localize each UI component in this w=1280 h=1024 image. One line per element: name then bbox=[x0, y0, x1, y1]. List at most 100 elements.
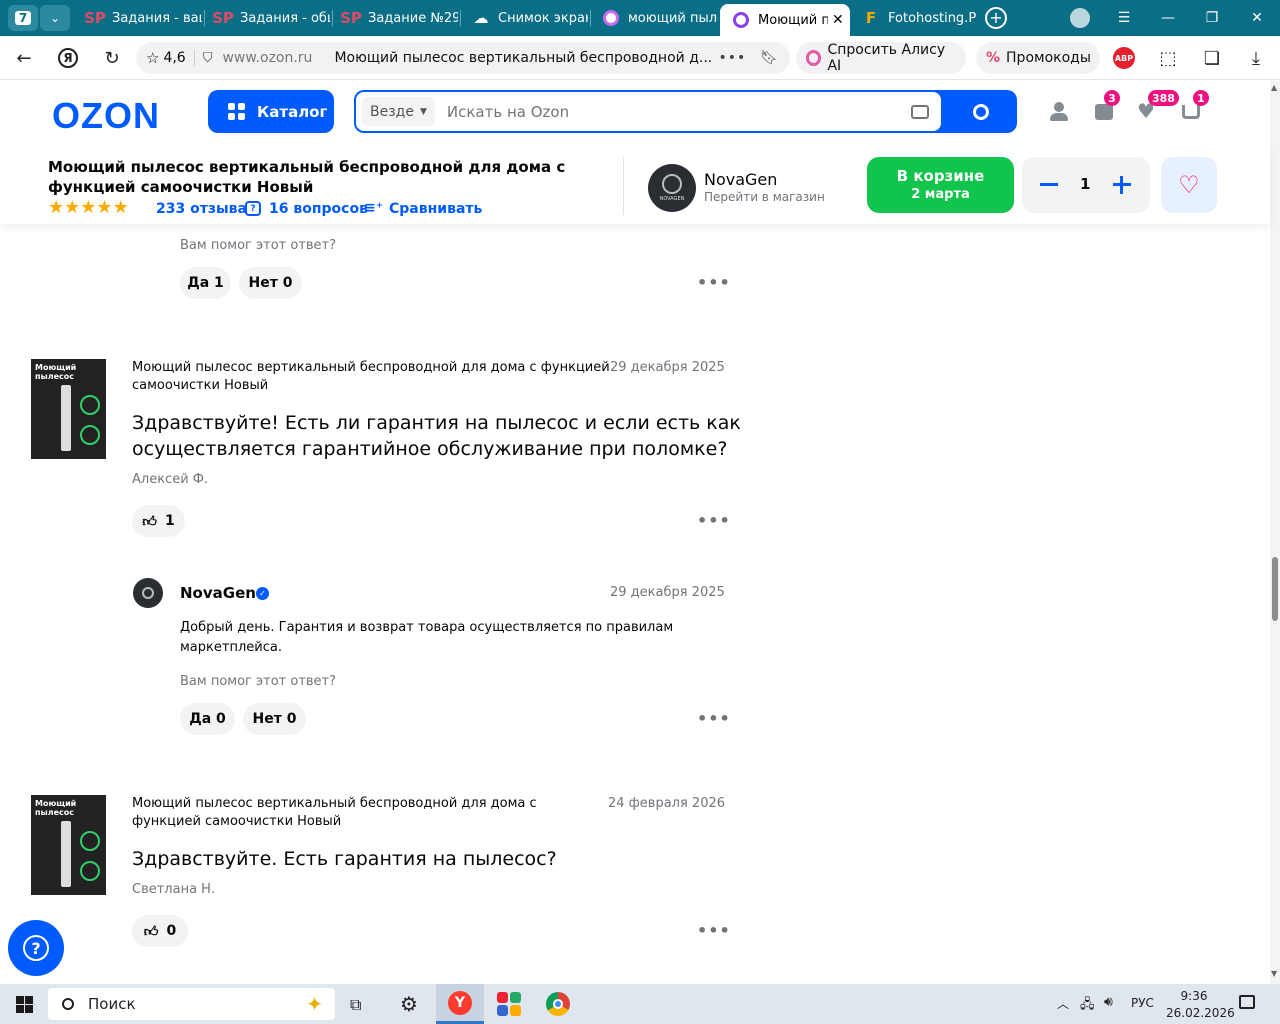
url-host: www.ozon.ru bbox=[222, 50, 313, 66]
sp-icon: SP bbox=[340, 9, 362, 27]
no-button[interactable]: Нет 0 bbox=[239, 267, 302, 299]
network-icon[interactable]: 🖧︎ bbox=[1080, 995, 1095, 1017]
more-options-icon[interactable]: ••• bbox=[697, 921, 731, 940]
close-tab-icon[interactable]: ✕ bbox=[832, 12, 844, 28]
notifications-icon[interactable] bbox=[1239, 995, 1255, 1009]
shield-icon[interactable]: ⛉ bbox=[203, 51, 213, 66]
cart-icon[interactable] bbox=[1182, 105, 1200, 119]
tab-3[interactable]: ☁Снимок экрана bbox=[460, 4, 589, 32]
download-icon[interactable]: ⤓ bbox=[1242, 44, 1270, 72]
tab-2[interactable]: SP Задание №29 bbox=[330, 4, 458, 32]
seller-store-link[interactable]: Перейти в магазин bbox=[704, 190, 825, 204]
tab-6[interactable]: F Fotohosting.P bbox=[850, 4, 978, 32]
more-dots-icon[interactable]: ••• bbox=[718, 50, 746, 66]
favorite-button[interactable]: ♡ bbox=[1161, 157, 1217, 213]
scrollbar-up-arrow[interactable]: ▲ bbox=[1271, 83, 1277, 92]
volume-icon[interactable]: 🔊︎ bbox=[1104, 994, 1113, 1010]
no-button[interactable]: Нет 0 bbox=[243, 703, 306, 735]
seller-name[interactable]: NovaGen bbox=[704, 170, 777, 189]
like-button[interactable]: 👍︎ 1 bbox=[132, 505, 185, 537]
site-rating: 4,6 bbox=[163, 50, 186, 66]
product-thumbnail[interactable]: Моющий пылесос bbox=[31, 795, 106, 895]
new-tab-button[interactable]: + bbox=[985, 7, 1007, 29]
decrease-button[interactable] bbox=[1040, 183, 1058, 186]
page-scrollbar[interactable]: ▲ ▼ bbox=[1270, 81, 1280, 984]
adblock-icon[interactable]: ABP bbox=[1113, 47, 1135, 69]
more-options-icon[interactable]: ••• bbox=[697, 511, 731, 530]
orders-icon[interactable] bbox=[1095, 104, 1113, 120]
product-thumbnail[interactable]: Моющий пылесос bbox=[31, 359, 106, 459]
app-grid-icon[interactable] bbox=[497, 992, 521, 1016]
search-scope-select[interactable]: Везде ▼ bbox=[362, 97, 435, 126]
profile-icon[interactable] bbox=[1070, 8, 1090, 28]
omnibox[interactable]: ☆ 4,6 ⛉ www.ozon.ru Моющий пылесос верти… bbox=[136, 42, 790, 74]
more-options-icon[interactable]: ••• bbox=[697, 709, 731, 728]
promocodes-button[interactable]: % Промокоды bbox=[976, 42, 1100, 74]
back-icon[interactable]: ← bbox=[10, 44, 38, 72]
collections-icon[interactable]: ❏ bbox=[1198, 44, 1226, 72]
tab-list-chevron-icon[interactable]: ⌄ bbox=[40, 5, 70, 31]
minimize-icon[interactable]: — bbox=[1145, 0, 1191, 36]
task-view-icon[interactable]: ⧉ bbox=[350, 995, 361, 1015]
language-indicator[interactable]: РУС bbox=[1131, 996, 1154, 1010]
tab-0[interactable]: SP Задания - ваш bbox=[74, 4, 202, 32]
ask-alice-button[interactable]: Спросить Алису AI bbox=[796, 42, 966, 74]
more-options-icon[interactable]: ••• bbox=[697, 273, 731, 292]
tab-4[interactable]: моющий пыле bbox=[590, 4, 718, 32]
ozon-logo[interactable]: OZON bbox=[52, 95, 160, 137]
thumbs-up-icon: 👍︎ bbox=[143, 923, 159, 940]
bookmark-icon[interactable]: 🔖︎ bbox=[760, 50, 778, 66]
restore-icon[interactable]: ❐ bbox=[1189, 0, 1235, 36]
yandex-icon[interactable]: Я bbox=[54, 44, 82, 72]
helpful-prompt: Вам помог этот ответ? bbox=[180, 674, 337, 689]
windows-taskbar: Поиск ✦ ⧉ ⚙ Y ︿ 🖧︎ 🔊︎ РУС 9:36 26.02.202… bbox=[0, 984, 1280, 1024]
questions-link[interactable]: 16 вопросов bbox=[269, 201, 368, 217]
tab-5-active[interactable]: Моющий пы ✕ bbox=[720, 4, 850, 36]
answer-seller-name[interactable]: NovaGen bbox=[180, 584, 256, 602]
browser-tab-strip: 7 ⌄ SP Задания - ваш SP Задания - общ SP За… bbox=[0, 0, 1280, 36]
scrollbar-down-arrow[interactable]: ▼ bbox=[1271, 969, 1277, 978]
scrollbar-thumb[interactable] bbox=[1272, 557, 1278, 621]
like-button[interactable]: 👍︎ 0 bbox=[132, 915, 188, 947]
star-icon: ★ bbox=[96, 197, 113, 218]
windows-start-icon[interactable] bbox=[16, 996, 33, 1013]
yandex-browser-taskbar[interactable]: Y bbox=[436, 984, 484, 1024]
increase-button[interactable] bbox=[1113, 176, 1131, 194]
cart-badge: 1 bbox=[1193, 90, 1209, 106]
tab-1[interactable]: SP Задания - общ bbox=[202, 4, 330, 32]
extensions-icon[interactable]: ⬚ bbox=[1154, 44, 1182, 72]
question-author: Алексей Ф. bbox=[132, 472, 209, 487]
rating-stars: ★★★★★ bbox=[48, 199, 129, 217]
tray-chevron-icon[interactable]: ︿ bbox=[1057, 995, 1069, 1012]
search-input[interactable] bbox=[446, 102, 887, 121]
orders-badge: 3 bbox=[1104, 90, 1120, 106]
menu-icon[interactable]: ☰ bbox=[1101, 0, 1147, 36]
question-text: Здравствуйте. Есть гарантия на пылесос? bbox=[132, 848, 557, 870]
question-date: 29 декабря 2025 bbox=[610, 360, 725, 375]
yes-button[interactable]: Да 0 bbox=[180, 703, 235, 735]
yes-button[interactable]: Да 1 bbox=[180, 267, 231, 299]
question-product-name: Моющий пылесос вертикальный беспроводной… bbox=[132, 796, 537, 829]
camera-icon[interactable] bbox=[911, 104, 929, 119]
reload-icon[interactable]: ↻ bbox=[98, 44, 126, 72]
reviews-link[interactable]: 233 отзыва bbox=[156, 201, 247, 217]
search-button[interactable] bbox=[944, 90, 1017, 133]
seller-avatar[interactable]: NOVAGEN bbox=[648, 164, 696, 212]
taskbar-search[interactable]: Поиск ✦ bbox=[48, 988, 335, 1020]
close-window-icon[interactable]: ✕ bbox=[1234, 0, 1280, 36]
settings-icon[interactable]: ⚙ bbox=[400, 992, 418, 1016]
star-icon: ★ bbox=[112, 197, 129, 218]
star-icon: ★ bbox=[80, 197, 97, 218]
grid-icon bbox=[228, 103, 245, 120]
clock[interactable]: 9:36 26.02.2026 bbox=[1166, 988, 1235, 1022]
user-icon[interactable] bbox=[1049, 102, 1069, 122]
compare-link[interactable]: Сравнивать bbox=[389, 201, 482, 217]
chrome-icon[interactable] bbox=[546, 992, 570, 1016]
catalog-button[interactable]: Каталог bbox=[208, 90, 334, 133]
help-button[interactable]: ? bbox=[8, 920, 64, 976]
address-bar: ← Я ↻ ☆ 4,6 ⛉ www.ozon.ru Моющий пылесос… bbox=[0, 36, 1280, 80]
chevron-down-icon: ▼ bbox=[419, 106, 427, 117]
alice-icon bbox=[806, 50, 822, 66]
tab-counter-button[interactable]: 7 bbox=[8, 5, 38, 31]
in-cart-button[interactable]: В корзине 2 марта bbox=[867, 157, 1014, 213]
